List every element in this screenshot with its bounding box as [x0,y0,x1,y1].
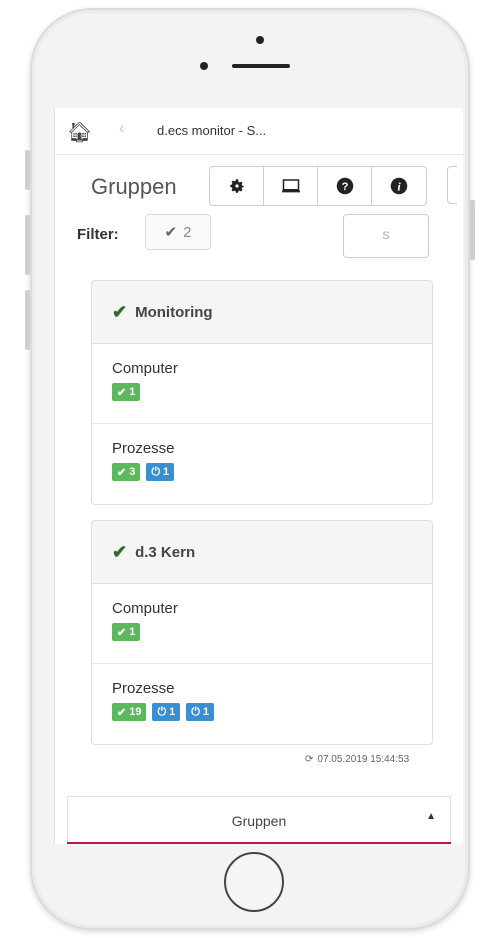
check-icon: ✔ [117,386,127,399]
power-icon: ⏻ [157,705,167,718]
refresh-icon[interactable]: ⟳ [305,754,313,765]
group-row[interactable]: Computer ✔ 1 [92,584,432,664]
group-row[interactable]: Computer ✔ 1 [92,344,432,424]
power-icon: ⏻ [191,705,200,718]
group-row[interactable]: Prozesse ✔ 3 ⏻ 1 [92,424,432,504]
gear-icon[interactable] [210,167,264,205]
filter-count: 2 [183,223,192,241]
svg-text:?: ? [341,181,348,193]
ok-badge: ✔ 1 [112,383,141,401]
toolbar: ? i [209,166,427,206]
phone-side-button [470,200,475,260]
group-panel: ✔ Monitoring Computer ✔ 1 Prozesse ✔ 3 ⏻ 1 [91,280,433,505]
phone-home-button[interactable] [224,852,284,912]
check-icon: ✔ [112,541,128,562]
group-row[interactable]: Prozesse ✔ 19 ⏻ 1 ⏻ 1 [92,664,432,744]
row-label: Prozesse [112,680,175,697]
question-circle-icon[interactable]: ? [318,167,372,205]
phone-camera [256,36,264,44]
phone-speaker [232,64,290,68]
page-title: Gruppen [91,174,177,199]
app-title: d.ecs monitor - S... [157,123,267,138]
bottom-accent-line [67,842,451,844]
phone-sensor [200,62,208,70]
group-header[interactable]: ✔ d.3 Kern [92,521,432,584]
info-circle-icon[interactable]: i [372,167,426,205]
top-bar: 🏠︎ ‹ d.ecs monitor - S... [55,108,463,155]
row-label: Prozesse [112,440,175,457]
search-input[interactable]: S [343,214,429,258]
group-title: d.3 Kern [135,543,196,561]
bottom-nav[interactable]: Gruppen ▲ [67,796,451,844]
power-badge: ⏻ 1 [146,463,175,481]
caret-up-icon[interactable]: ▲ [426,811,436,822]
check-icon: ✔ [164,224,178,241]
row-label: Computer [112,600,178,617]
phone-side-button [25,150,30,190]
power-badge: ⏻ 1 [152,703,181,721]
filter-button[interactable]: ✔ 2 [145,214,211,250]
chevron-left-icon[interactable]: ‹ [119,120,124,138]
row-label: Computer [112,360,178,377]
ok-badge: ✔ 1 [112,623,141,641]
last-updated: ⟳ 07.05.2019 15:44:53 [305,754,409,765]
check-icon: ✔ [117,706,127,719]
group-panel: ✔ d.3 Kern Computer ✔ 1 Prozesse ✔ 19 ⏻ 1 ⏻… [91,520,433,745]
phone-side-button [25,215,30,275]
check-icon: ✔ [117,466,127,479]
monitor-icon[interactable] [264,167,318,205]
power-badge: ⏻ 1 [186,703,215,721]
group-title: Monitoring [135,303,213,321]
timestamp-text: 07.05.2019 15:44:53 [317,754,410,765]
power-icon: ⏻ [151,465,161,478]
group-header[interactable]: ✔ Monitoring [92,281,432,344]
ok-badge: ✔ 3 [112,463,141,481]
filter-label: Filter: [77,226,119,243]
home-icon[interactable]: 🏠︎ [67,120,92,145]
check-icon: ✔ [112,301,128,322]
app-screen: 🏠︎ ‹ d.ecs monitor - S... Gruppen ? i Fi… [54,108,463,844]
bottom-nav-label: Gruppen [231,813,287,829]
phone-side-button [25,290,30,350]
check-icon: ✔ [117,626,127,639]
toolbar-overflow[interactable] [447,166,457,204]
ok-badge: ✔ 19 [112,703,147,721]
